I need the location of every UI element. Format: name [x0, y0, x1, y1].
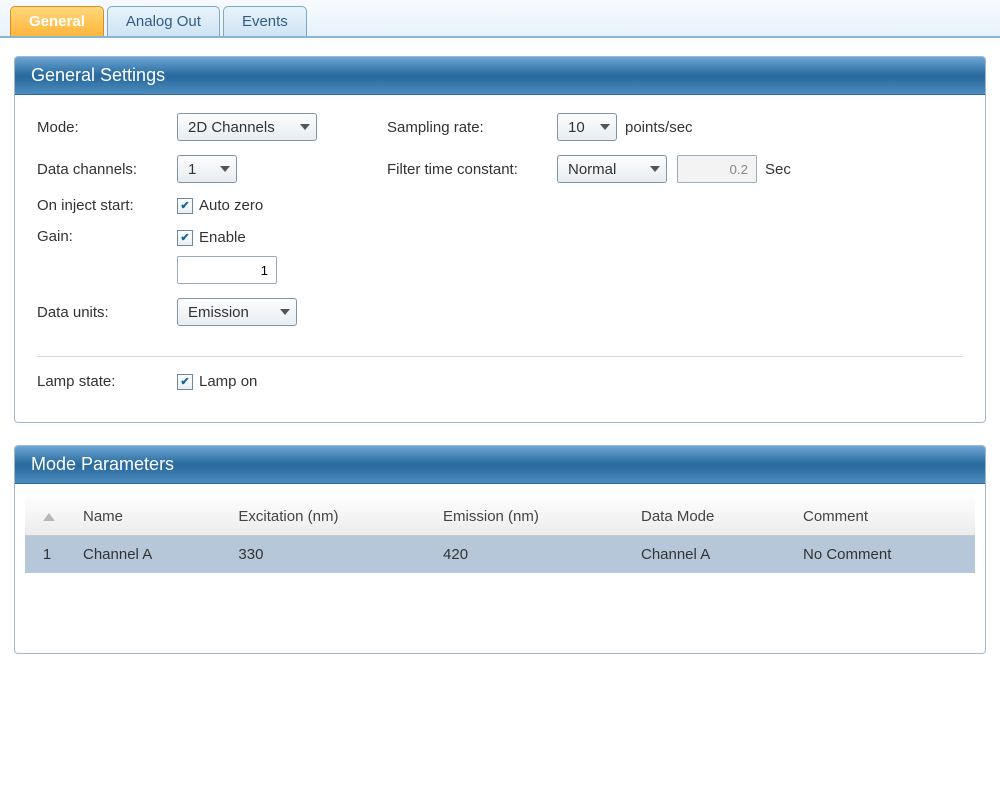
cell-comment[interactable]: No Comment [789, 536, 975, 574]
lamp-on-label: Lamp on [199, 373, 257, 390]
general-settings-title: General Settings [15, 57, 985, 95]
mode-select-value: 2D Channels [188, 119, 275, 136]
data-units-value: Emission [188, 304, 249, 321]
cell-data-mode[interactable]: Channel A [627, 536, 789, 574]
chevron-down-icon [220, 166, 230, 172]
gain-value-input[interactable] [177, 256, 277, 284]
tab-analog-out[interactable]: Analog Out [107, 6, 220, 36]
chevron-down-icon [300, 124, 310, 130]
mode-parameters-title: Mode Parameters [15, 446, 985, 484]
tab-events[interactable]: Events [223, 6, 307, 36]
filter-time-constant-value: Normal [568, 161, 616, 178]
gain-enable-label: Enable [199, 229, 246, 246]
auto-zero-checkbox[interactable]: ✔ Auto zero [177, 197, 263, 214]
auto-zero-checkbox-label: Auto zero [199, 197, 263, 214]
sort-icon [43, 513, 55, 521]
cell-emission[interactable]: 420 [429, 536, 627, 574]
filter-time-constant-label: Filter time constant: [387, 161, 557, 178]
lamp-on-checkbox[interactable]: ✔ Lamp on [177, 373, 257, 390]
mode-select[interactable]: 2D Channels [177, 113, 317, 141]
tab-bar: General Analog Out Events [0, 0, 1000, 38]
row-header-corner[interactable] [25, 498, 69, 536]
data-channels-select[interactable]: 1 [177, 155, 237, 183]
tab-general[interactable]: General [10, 6, 104, 36]
data-units-label: Data units: [37, 304, 177, 321]
general-settings-panel: General Settings Mode: 2D Channels Data … [14, 56, 986, 423]
column-comment[interactable]: Comment [789, 498, 975, 536]
mode-parameters-table: Name Excitation (nm) Emission (nm) Data … [25, 498, 975, 573]
filter-seconds-unit: Sec [765, 161, 791, 178]
filter-seconds-input [677, 155, 757, 183]
gain-label: Gain: [37, 228, 177, 245]
chevron-down-icon [600, 124, 610, 130]
mode-label: Mode: [37, 119, 177, 136]
separator [37, 356, 963, 357]
data-channels-value: 1 [188, 161, 196, 178]
data-units-select[interactable]: Emission [177, 298, 297, 326]
sampling-rate-select[interactable]: 10 [557, 113, 617, 141]
checkbox-icon: ✔ [177, 374, 193, 390]
gain-enable-checkbox[interactable]: ✔ Enable [177, 229, 246, 246]
chevron-down-icon [280, 309, 290, 315]
row-index: 1 [25, 536, 69, 574]
checkbox-icon: ✔ [177, 230, 193, 246]
table-row[interactable]: 1 Channel A 330 420 Channel A No Comment [25, 536, 975, 574]
cell-name[interactable]: Channel A [69, 536, 224, 574]
lamp-state-label: Lamp state: [37, 373, 177, 390]
panel-area: General Settings Mode: 2D Channels Data … [0, 38, 1000, 694]
sampling-rate-value: 10 [568, 119, 585, 136]
sampling-rate-label: Sampling rate: [387, 119, 557, 136]
filter-time-constant-select[interactable]: Normal [557, 155, 667, 183]
column-data-mode[interactable]: Data Mode [627, 498, 789, 536]
column-excitation[interactable]: Excitation (nm) [224, 498, 429, 536]
on-inject-start-label: On inject start: [37, 197, 177, 214]
column-emission[interactable]: Emission (nm) [429, 498, 627, 536]
checkbox-icon: ✔ [177, 198, 193, 214]
sampling-rate-unit: points/sec [625, 119, 693, 136]
mode-parameters-panel: Mode Parameters Name Excitation (nm) Emi… [14, 445, 986, 654]
column-name[interactable]: Name [69, 498, 224, 536]
cell-excitation[interactable]: 330 [224, 536, 429, 574]
chevron-down-icon [650, 166, 660, 172]
data-channels-label: Data channels: [37, 161, 177, 178]
